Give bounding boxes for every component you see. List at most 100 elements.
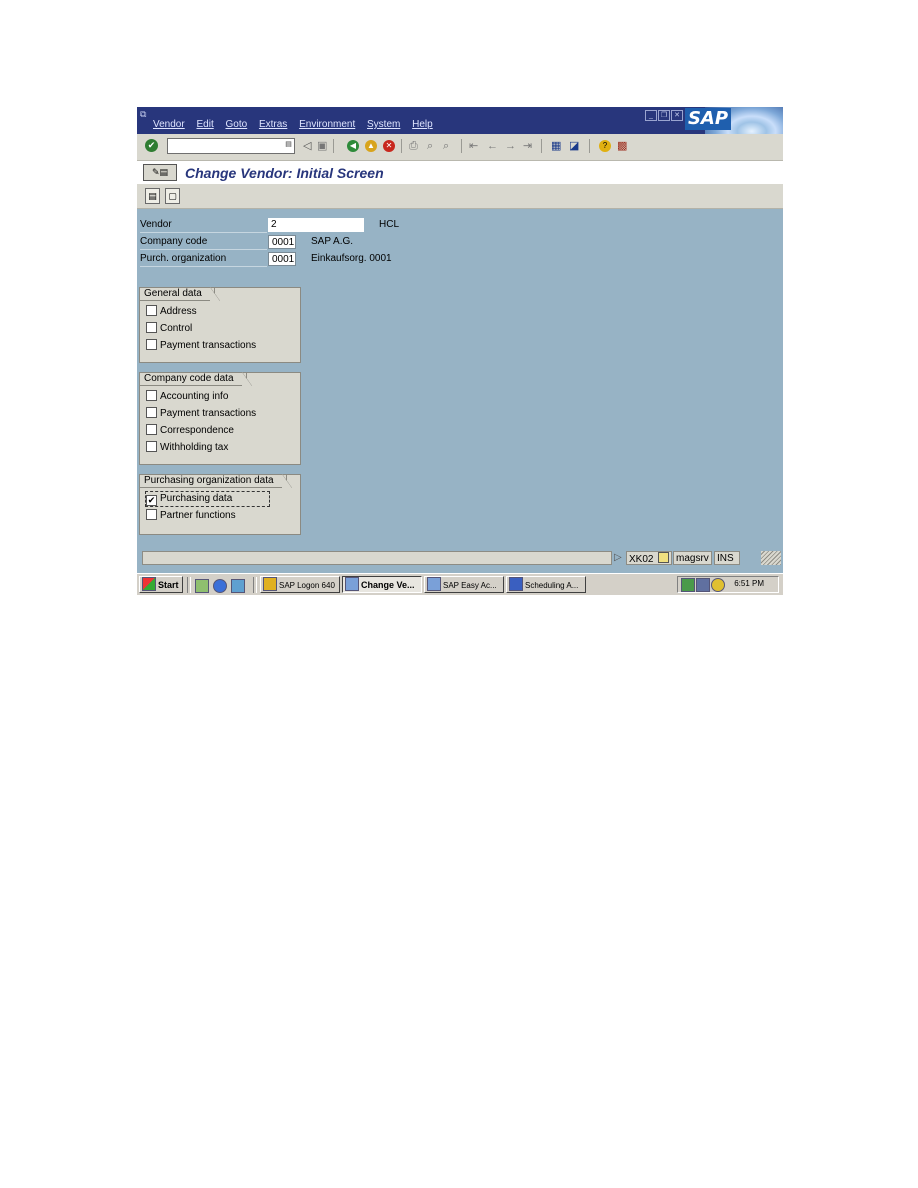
system-info-icon[interactable]	[658, 552, 670, 563]
detail-icon[interactable]: ▢	[165, 188, 180, 204]
payment-transactions-checkbox-row[interactable]: Payment transactions	[146, 339, 256, 353]
company-code-input[interactable]: 0001	[268, 235, 296, 249]
separator	[333, 139, 334, 153]
correspondence-checkbox-row[interactable]: Correspondence	[146, 424, 234, 438]
command-history-icon[interactable]: ▤	[284, 140, 293, 150]
exit-icon[interactable]: ▲	[365, 140, 377, 152]
purchasing-data-checkbox-row[interactable]: ✔ Purchasing data	[144, 491, 271, 507]
find-next-icon[interactable]: ⌕	[443, 139, 449, 153]
taskbar-separator	[253, 577, 257, 593]
purchasing-org-data-group: Purchasing organization data ✔ Purchasing…	[139, 474, 301, 535]
menu-extras[interactable]: Extras	[259, 119, 287, 130]
minimize-icon[interactable]: _	[645, 110, 657, 121]
taskbar-label: Change Ve...	[361, 580, 415, 590]
partner-functions-checkbox[interactable]	[146, 509, 157, 520]
separator	[401, 139, 402, 153]
menu-edit[interactable]: Edit	[196, 119, 213, 130]
resize-grip[interactable]	[761, 551, 781, 565]
status-insert-mode: INS	[714, 551, 740, 565]
company-payment-transactions-checkbox[interactable]	[146, 407, 157, 418]
status-toggle-icon[interactable]: ▷	[612, 551, 624, 565]
address-checkbox[interactable]	[146, 305, 157, 316]
company-code-description: SAP A.G.	[311, 236, 354, 247]
first-page-icon[interactable]: ⇤	[469, 139, 478, 153]
cancel-icon[interactable]: ✕	[383, 140, 395, 152]
separator	[461, 139, 462, 153]
windows-logo-icon	[142, 577, 156, 591]
taskbar-scheduling[interactable]: Scheduling A...	[506, 576, 586, 593]
other-vendor-icon[interactable]: ▤	[145, 188, 160, 204]
command-field[interactable]: ▤	[167, 138, 295, 154]
restore-icon[interactable]: ❐	[658, 110, 670, 121]
screen-title-bar: ✎▤ Change Vendor: Initial Screen	[137, 161, 783, 184]
back-icon[interactable]: ◀	[347, 140, 359, 152]
payment-transactions-checkbox[interactable]	[146, 339, 157, 350]
vendor-description: HCL	[379, 219, 400, 230]
checkbox-label: Payment transactions	[160, 340, 257, 351]
menu-goto[interactable]: Goto	[226, 119, 248, 130]
accounting-info-checkbox[interactable]	[146, 390, 157, 401]
status-transaction: XK02	[626, 551, 673, 565]
menu-vendor[interactable]: Vendor	[153, 119, 185, 130]
outlook-icon[interactable]	[231, 579, 245, 593]
checkbox-label: Purchasing data	[160, 493, 233, 504]
purchasing-data-checkbox[interactable]: ✔	[146, 495, 157, 506]
application-toolbar: ▤ ▢	[137, 184, 783, 209]
group-title: Purchasing organization data	[140, 474, 292, 488]
purch-org-description: Einkaufsorg. 0001	[311, 253, 392, 264]
next-page-icon[interactable]: →	[505, 139, 516, 153]
status-message	[142, 551, 612, 565]
accounting-info-checkbox-row[interactable]: Accounting info	[146, 390, 228, 404]
internet-explorer-icon[interactable]	[213, 579, 227, 593]
print-icon[interactable]: ⎙	[409, 139, 418, 153]
separator	[589, 139, 590, 153]
layout-menu-icon[interactable]: ▩	[617, 139, 627, 153]
withholding-tax-checkbox[interactable]	[146, 441, 157, 452]
address-checkbox-row[interactable]: Address	[146, 305, 197, 319]
clock: 6:51 PM	[734, 579, 764, 588]
menu-help[interactable]: Help	[412, 119, 433, 130]
separator	[541, 139, 542, 153]
menu-list: Vendor Edit Goto Extras Environment Syst…	[153, 119, 442, 130]
checkbox-label: Withholding tax	[160, 442, 229, 453]
previous-page-icon[interactable]: ←	[487, 139, 498, 153]
start-button[interactable]: Start	[139, 576, 183, 593]
taskbar-sap-logon[interactable]: SAP Logon 640	[260, 576, 340, 593]
checkbox-label: Control	[160, 323, 193, 334]
network-icon[interactable]	[681, 578, 695, 592]
company-payment-transactions-checkbox-row[interactable]: Payment transactions	[146, 407, 256, 421]
partner-functions-checkbox-row[interactable]: Partner functions	[146, 509, 236, 523]
collapse-icon[interactable]: ◁	[303, 139, 311, 153]
menu-bar: ⧉ Vendor Edit Goto Extras Environment Sy…	[137, 107, 783, 161]
find-icon[interactable]: ⌕	[427, 139, 433, 153]
system-menu-icon[interactable]: ⧉	[140, 109, 146, 120]
taskbar-change-vendor[interactable]: Change Ve...	[342, 576, 422, 593]
control-checkbox[interactable]	[146, 322, 157, 333]
menu-system[interactable]: System	[367, 119, 400, 130]
show-desktop-icon[interactable]	[195, 579, 209, 593]
control-checkbox-row[interactable]: Control	[146, 322, 192, 336]
printer-icon[interactable]	[696, 578, 710, 592]
status-bar: ▷ XK02 magsrv INS	[137, 549, 783, 567]
create-session-icon[interactable]: ▦	[551, 139, 561, 153]
close-icon[interactable]: ✕	[671, 110, 683, 121]
enter-icon[interactable]: ✔	[145, 139, 158, 152]
purch-org-label: Purch. organization	[140, 252, 267, 267]
display-change-button[interactable]: ✎▤	[143, 164, 177, 181]
vendor-input[interactable]: 2	[268, 218, 364, 232]
save-icon[interactable]: ▣	[317, 139, 327, 153]
correspondence-checkbox[interactable]	[146, 424, 157, 435]
page-title: Change Vendor: Initial Screen	[185, 165, 384, 181]
shortcut-icon[interactable]: ◪	[569, 139, 579, 153]
withholding-tax-checkbox-row[interactable]: Withholding tax	[146, 441, 228, 455]
purch-org-input[interactable]: 0001	[268, 252, 296, 266]
menu-environment[interactable]: Environment	[299, 119, 355, 130]
system-tray: 6:51 PM	[677, 576, 779, 593]
messenger-icon[interactable]	[711, 578, 725, 592]
checkbox-label: Accounting info	[160, 391, 229, 402]
transaction-code: XK02	[629, 554, 654, 565]
taskbar-sap-easy-access[interactable]: SAP Easy Ac...	[424, 576, 504, 593]
help-icon[interactable]: ?	[599, 140, 611, 152]
last-page-icon[interactable]: ⇥	[523, 139, 532, 153]
windows-taskbar: Start SAP Logon 640 Change Ve... SAP Eas…	[137, 573, 783, 595]
